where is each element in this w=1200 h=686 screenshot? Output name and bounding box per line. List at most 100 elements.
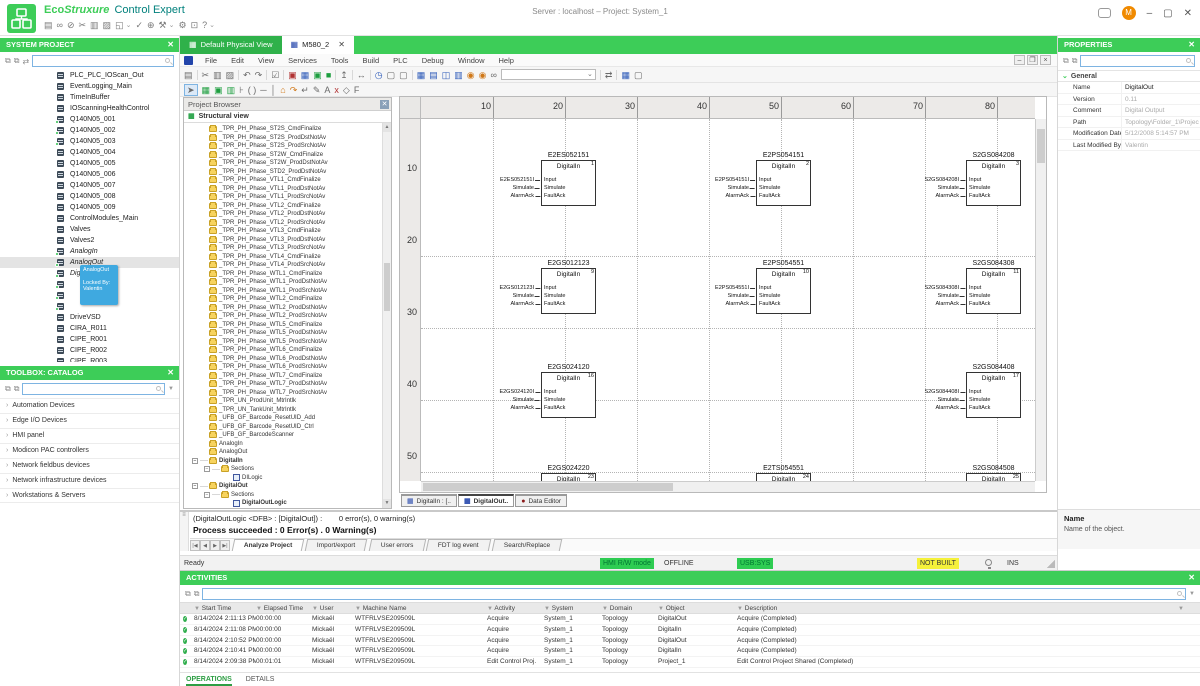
output-tab-search-replace[interactable]: Search/Replace [492,539,563,551]
pb-tree-item[interactable]: _TPR_PH_Phase_WTL1_ProdDstNotAv [184,278,391,287]
toolbox-item-hmi-panel[interactable]: ›HMI panel [0,428,179,443]
function-block[interactable]: E2GS024220DigitalIn23InputSimulateFaultA… [541,473,596,481]
animate-icon[interactable]: ◉ [467,70,475,80]
dfb-block-icon[interactable]: ▣ [214,85,223,95]
expand-all-icon[interactable]: ⧉ [5,384,11,394]
tree-item[interactable]: CIPE_R001 [0,334,179,345]
close-icon[interactable]: ✕ [380,100,389,109]
toolbox-item-modicon-pac-controllers[interactable]: ›Modicon PAC controllers [0,443,179,458]
property-row[interactable]: NameDigitalOut [1058,82,1200,94]
horizontal-scrollbar[interactable] [421,481,1035,492]
tools-icon[interactable]: ⚒ [159,20,167,30]
filter-icon[interactable]: ▼ [1189,591,1195,597]
search-combobox[interactable] [501,69,596,80]
pb-tree-item[interactable]: _TPR_PH_Phase_VTL2_CmdFinalize [184,202,391,211]
minimize-icon[interactable]: – [1147,8,1153,19]
redo-icon[interactable]: ↷ [255,70,263,80]
relogin-icon[interactable]: ⇄ [605,70,613,80]
fbd-canvas[interactable]: E2ES052151DigitalIn1InputSimulateFaultAc… [421,119,1035,481]
close-icon[interactable]: ✕ [1188,571,1195,585]
menu-help[interactable]: Help [492,56,521,65]
column-header-description[interactable]: ▼ Description [737,603,1178,613]
properties-section-general[interactable]: ⌄General [1058,70,1200,82]
close-icon[interactable]: ✕ [1184,8,1192,19]
ffb-block-icon[interactable]: ▦ [202,85,211,95]
window-tile-icon[interactable]: ▦ [417,70,426,80]
cut-icon[interactable]: ✂ [202,70,210,80]
caret-down-icon[interactable]: ⌄ [126,21,132,29]
column-header-object[interactable]: ▼ Object [658,603,737,613]
function-block[interactable]: S2GS084508DigitalIn25InputSimulateFaultA… [966,473,1021,481]
function-block[interactable]: E2ES052151DigitalIn1InputSimulateFaultAc… [541,160,596,206]
output-tab-fdt-log-event[interactable]: FDT log event [426,539,491,551]
pb-tree-item[interactable]: −Sections [184,491,391,500]
caret-down-icon[interactable]: ⌄ [209,21,215,29]
scrollbar-thumb[interactable] [1037,129,1045,163]
pb-tree-item[interactable]: DigitalOutLogic [184,499,391,508]
pb-tree-item[interactable]: _TPR_PH_Phase_VTL2_ProdDstNotAv [184,210,391,219]
property-row[interactable]: Version0.11 [1058,94,1200,106]
resize-grip[interactable] [1047,560,1055,568]
function-block[interactable]: E2PS054151DigitalIn2InputSimulateFaultAc… [756,160,811,206]
pb-tree-item[interactable]: _TPR_PH_Phase_VTL2_ProdSrcNotAv [184,219,391,228]
unlink-icon[interactable]: ⊘ [67,20,75,30]
tree-item[interactable]: DriveVSD [0,312,179,323]
tree-item[interactable]: ControlModules_Main [0,213,179,224]
help-icon[interactable]: ? [202,20,207,30]
copy-icon[interactable]: ▥ [90,20,99,30]
coil-icon[interactable]: ( ) [248,85,257,95]
close-icon[interactable]: ✕ [1188,38,1195,52]
activity-row[interactable]: ✓8/14/2024 2:09:38 PM00:01:01MickaëlWTFR… [180,657,1200,668]
user-avatar[interactable]: M [1122,6,1136,20]
pb-tree-item[interactable]: AnalogIn [184,440,391,449]
grid-table-icon[interactable]: ▦ [621,70,630,80]
column-header-start-time[interactable]: ▼ Start Time [194,603,256,613]
link-icon[interactable]: ∞ [57,20,63,30]
toolbox-item-edge-i-o-devices[interactable]: ›Edge I/O Devices [0,413,179,428]
scroll-down-icon[interactable]: ▼ [383,499,391,508]
collapse-all-icon[interactable]: ⧉ [14,56,20,66]
caret-down-icon[interactable]: ⌄ [169,21,175,29]
property-row[interactable]: Modification Date5/12/2008 5:14:57 PM [1058,128,1200,140]
menu-window[interactable]: Window [451,56,492,65]
editor-tab-data-editor[interactable]: ●Data Editor [515,494,567,507]
tree-item[interactable]: Q140N05_006 [0,169,179,180]
property-row[interactable]: Last Modified ByValentin [1058,140,1200,152]
jump-icon[interactable]: ↷ [290,85,298,95]
activities-search-input[interactable] [202,588,1186,600]
tree-item[interactable]: IOScanningHealthControl [0,103,179,114]
pb-tree-item[interactable]: _TPR_PH_Phase_WTL5_CmdFinalize [184,321,391,330]
pb-tree-item[interactable]: −Sections [184,465,391,474]
build-icon[interactable]: ▦ [301,70,310,80]
minimize-icon[interactable]: – [1014,55,1025,65]
pb-tree-item[interactable]: _TPR_PH_Phase_VTL3_ProdDstNotAv [184,236,391,245]
vertical-scrollbar[interactable] [1035,119,1046,481]
tree-item[interactable]: EventLogging_Main [0,81,179,92]
function-block[interactable]: S2GS084408DigitalIn17InputSimulateFaultA… [966,372,1021,418]
toolbox-item-automation-devices[interactable]: ›Automation Devices [0,398,179,413]
pb-tree-item[interactable]: _TPR_PH_Phase_VTL1_ProdDstNotAv [184,185,391,194]
pb-tree-item[interactable]: _TPR_PH_Phase_VTL4_CmdFinalize [184,253,391,262]
activity-row[interactable]: ✓8/14/2024 2:10:41 PM00:00:00MickaëlWTFR… [180,646,1200,657]
pb-tree-item[interactable]: _TPR_PH_Phase_WTL5_ProdDstNotAv [184,329,391,338]
expand-all-icon[interactable]: ⧉ [5,56,11,66]
pb-tree-item[interactable]: _TPR_PH_Phase_WTL6_CmdFinalize [184,346,391,355]
tree-item[interactable]: AnalogIn [0,246,179,257]
gear-icon[interactable]: ⚙ [179,20,187,30]
tree-item[interactable]: Q140N05_008 [0,191,179,202]
function-block[interactable]: E2PS054551DigitalIn10InputSimulateFaultA… [756,268,811,314]
pb-tree-item[interactable]: _TPR_PH_Phase_ST2S_ProdSrcNotAv [184,142,391,151]
subroutine-icon[interactable]: ▥ [227,85,236,95]
function-block[interactable]: E2GS024120DigitalIn16InputSimulateFaultA… [541,372,596,418]
function-block[interactable]: S2GS084308DigitalIn11InputSimulateFaultA… [966,268,1021,314]
tab-nav-icon[interactable]: ▶| [220,540,230,551]
editor-tab-digitalout-[interactable]: ▦DigitalOut.. [458,494,514,507]
tree-item[interactable]: Q140N05_005 [0,158,179,169]
check-icon[interactable]: ✓ [135,20,143,30]
pb-tree-item[interactable]: _TPR_PH_Phase_ST2W_ProdDstNotAv [184,159,391,168]
window-split-icon[interactable]: ◫ [442,70,451,80]
pb-tree-item[interactable]: _TPR_UN_ProdUnit_MtrIntlk [184,397,391,406]
collapse-icon[interactable]: − [192,483,198,489]
pb-tree-item[interactable]: _UFB_GF_Barcode_ResetUID_Ctrl [184,423,391,432]
collapse-all-icon[interactable]: ⧉ [1072,56,1078,66]
